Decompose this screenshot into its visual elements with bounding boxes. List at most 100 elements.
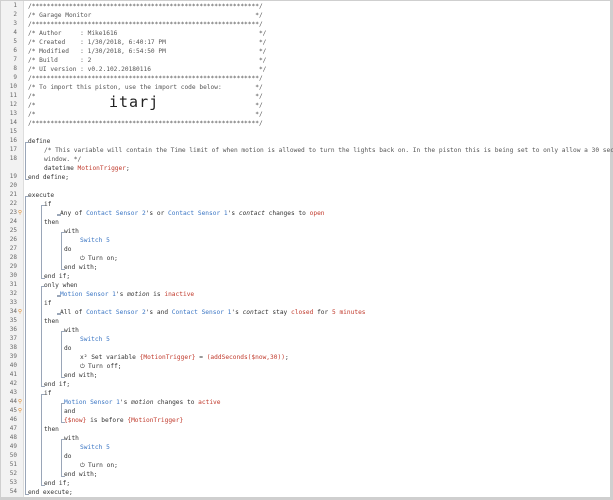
code-editor: 1 /**************************************… (0, 0, 613, 500)
line-number: 37 (9, 335, 17, 342)
code-text: do (64, 453, 72, 460)
code-line: 6 /* Modified : 1/30/2018, 6:54:50 PM */ (1, 47, 610, 56)
code-line: 38 do (1, 344, 610, 353)
code-text: /* This variable will contain the Time l… (44, 147, 613, 154)
device-name: Contact Sensor 2 (86, 309, 146, 316)
code-text: /***************************************… (28, 75, 263, 82)
code-text: end if; (44, 480, 71, 487)
statement[interactable]: {$now} is before {MotionTrigger} (64, 416, 183, 425)
code-line: 30 end if; (1, 272, 610, 281)
code-text: then (44, 426, 59, 433)
code-line: 53 end if; (1, 479, 610, 488)
line-number: 19 (9, 173, 17, 180)
block-bracket (41, 393, 45, 486)
code-line: datetime MotionTrigger; (1, 164, 610, 173)
device-name: Motion Sensor 1 (60, 291, 116, 298)
code-line: 49 Switch 5 (1, 443, 610, 452)
line-number: 18 (9, 155, 17, 162)
code-line: 27 do (1, 245, 610, 254)
code-text: /***************************************… (28, 120, 263, 127)
line-number: 38 (9, 344, 17, 351)
line-number: 45 (9, 407, 17, 414)
code-line: 31 only when (1, 281, 610, 290)
line-number: 52 (9, 470, 17, 477)
device-name: Contact Sensor 1 (171, 309, 232, 316)
code-line: 23 ⚲ Any of Contact Sensor 2's or Contact … (1, 209, 610, 218)
block-bracket (57, 294, 61, 297)
block-bracket (41, 204, 45, 279)
code-line: 36 with (1, 326, 610, 335)
statement[interactable]: datetime MotionTrigger; (44, 164, 130, 173)
condition-marker-icon[interactable]: ⚲ (18, 399, 22, 405)
code-line: 21 execute (1, 191, 610, 200)
line-number: 49 (9, 443, 17, 450)
line-number: 24 (9, 218, 17, 225)
code-line: 37 Switch 5 (1, 335, 610, 344)
code-line: 45 ⚲ and (1, 407, 610, 416)
block-bracket (61, 231, 65, 270)
statement[interactable]: Motion Sensor 1's motion is inactive (60, 290, 194, 299)
line-number: 50 (9, 452, 17, 459)
line-number: 29 (9, 263, 17, 270)
import-code: itarj (109, 93, 160, 111)
code-line: 2 /* Garage Monitor */ (1, 11, 610, 20)
code-text: end with; (64, 471, 98, 478)
code-line: 25 with (1, 227, 610, 236)
code-text: /***************************************… (28, 21, 263, 28)
line-number: 31 (9, 281, 17, 288)
code-line: 41 end with; (1, 371, 610, 380)
code-line: 50 do (1, 452, 610, 461)
code-line: 1 /**************************************… (1, 2, 610, 11)
condition-marker-icon[interactable]: ⚲ (18, 408, 22, 414)
line-number: 43 (9, 389, 17, 396)
condition-marker-icon[interactable]: ⚲ (18, 309, 22, 315)
code-line: 24 then (1, 218, 610, 227)
line-number: 30 (9, 272, 17, 279)
line-number: 20 (9, 182, 17, 189)
line-number: 23 (9, 209, 17, 216)
code-text: define (28, 138, 51, 145)
code-line: 35 then (1, 317, 610, 326)
line-number: 17 (9, 146, 17, 153)
code-text: Switch 5 (80, 237, 110, 244)
statement[interactable]: All of Contact Sensor 2's and Contact Se… (60, 308, 366, 317)
code-text: end execute; (28, 489, 73, 496)
device-name: Contact Sensor 2 (86, 210, 146, 217)
code-line: 46 {$now} is before {MotionTrigger} (1, 416, 610, 425)
code-line: 44 ⚲ Motion Sensor 1's motion changes to a… (1, 398, 610, 407)
block-bracket (61, 438, 65, 477)
line-number: 2 (13, 11, 17, 18)
variable-name: MotionTrigger (77, 165, 126, 172)
line-number: 10 (9, 83, 17, 90)
block-bracket (57, 213, 61, 216)
code-text: /* Modified : 1/30/2018, 6:54:50 PM */ (28, 48, 267, 55)
block-bracket (41, 285, 45, 387)
line-number: 51 (9, 461, 17, 468)
code-line: 13 /* */ (1, 110, 610, 119)
code-text: Turn off; (88, 363, 122, 370)
condition-marker-icon[interactable]: ⚲ (18, 210, 22, 216)
statement[interactable]: Any of Contact Sensor 2's or Contact Sen… (60, 209, 325, 218)
code-line: 33 if (1, 299, 610, 308)
line-number: 25 (9, 227, 17, 234)
statement[interactable]: Motion Sensor 1's motion changes to acti… (64, 398, 221, 407)
variable-name: {MotionTrigger} (127, 417, 184, 424)
code-text: /* Garage Monitor */ (28, 12, 263, 19)
line-number: 15 (9, 128, 17, 135)
code-text: end if; (44, 273, 71, 280)
code-text: with (64, 327, 79, 334)
line-number: 54 (9, 488, 17, 495)
statement[interactable]: x² Set variable {MotionTrigger} = (addSe… (80, 353, 289, 362)
code-line: 5 /* Created : 1/30/2018, 6:40:17 PM */ (1, 38, 610, 47)
code-text: only when (44, 282, 78, 289)
line-number: 35 (9, 317, 17, 324)
line-number: 46 (9, 416, 17, 423)
line-number: 6 (13, 47, 17, 54)
code-text: Switch 5 (80, 336, 110, 343)
code-line: 22 if (1, 200, 610, 209)
code-line: 12/* */ (1, 101, 610, 110)
code-text: end define; (28, 174, 69, 181)
code-line: 39 x² Set variable {MotionTrigger} = (add… (1, 353, 610, 362)
line-number: 13 (9, 110, 17, 117)
line-number: 36 (9, 326, 17, 333)
